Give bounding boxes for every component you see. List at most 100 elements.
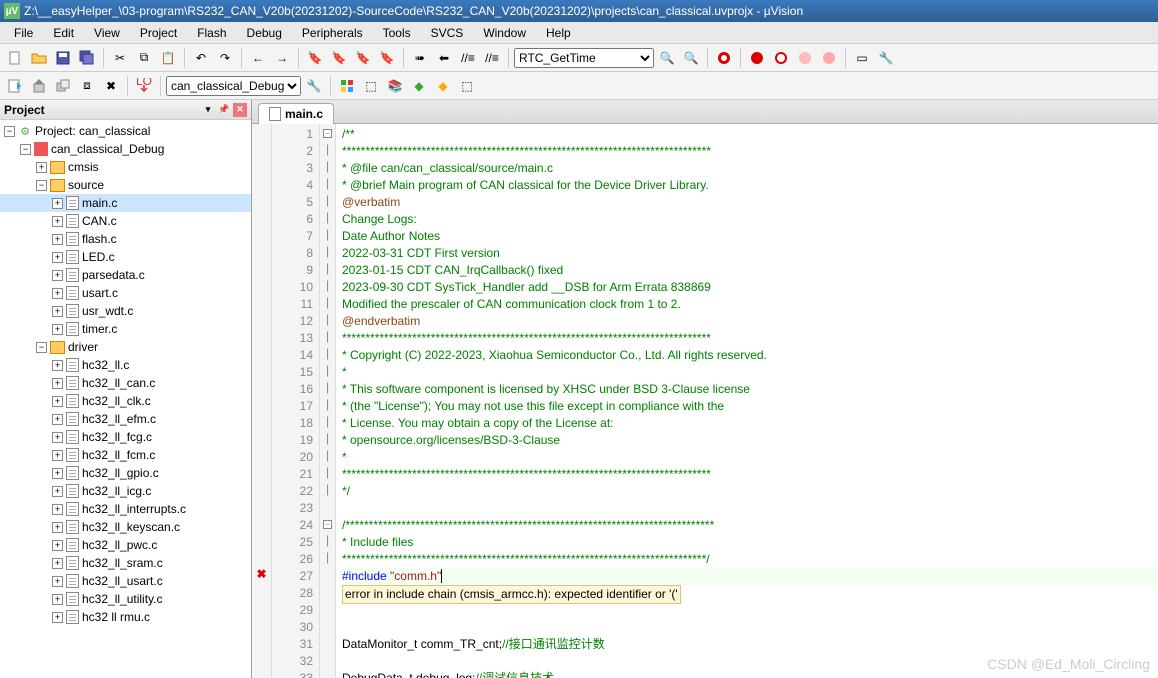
group-source[interactable]: −source [0, 176, 251, 194]
breakpoint-kill-button[interactable] [818, 47, 840, 69]
window-button[interactable]: ▭ [851, 47, 873, 69]
paste-button[interactable]: 📋 [157, 47, 179, 69]
rebuild-button[interactable] [52, 75, 74, 97]
project-root[interactable]: −⚙Project: can_classical [0, 122, 251, 140]
books-button[interactable]: 📚 [384, 75, 406, 97]
file-item[interactable]: +hc32_ll_utility.c [0, 590, 251, 608]
comment-button[interactable]: //≡ [457, 47, 479, 69]
fold-icon[interactable]: − [323, 520, 332, 529]
indent-button[interactable]: ➠ [409, 47, 431, 69]
file-item[interactable]: +hc32_ll_fcm.c [0, 446, 251, 464]
save-button[interactable] [52, 47, 74, 69]
cut-button[interactable]: ✂ [109, 47, 131, 69]
stop-build-button[interactable]: ✖ [100, 75, 122, 97]
fold-icon[interactable]: − [323, 129, 332, 138]
file-item[interactable]: +hc32_ll_gpio.c [0, 464, 251, 482]
expand-icon[interactable]: − [36, 180, 47, 191]
breakpoint-enable-button[interactable] [770, 47, 792, 69]
tab-main-c[interactable]: main.c [258, 103, 334, 124]
file-item[interactable]: +usart.c [0, 284, 251, 302]
expand-icon[interactable]: + [52, 198, 63, 209]
menu-window[interactable]: Window [473, 24, 536, 42]
menu-project[interactable]: Project [130, 24, 187, 42]
download-button[interactable]: LOAD [133, 75, 155, 97]
translate-button[interactable] [4, 75, 26, 97]
expand-icon[interactable]: − [20, 144, 31, 155]
config-button[interactable]: 🔧 [875, 47, 897, 69]
expand-icon[interactable]: − [36, 342, 47, 353]
simulator-button[interactable]: ⬚ [456, 75, 478, 97]
bookmark-next-button[interactable]: 🔖 [352, 47, 374, 69]
menu-peripherals[interactable]: Peripherals [292, 24, 373, 42]
file-item[interactable]: +timer.c [0, 320, 251, 338]
file-item[interactable]: +usr_wdt.c [0, 302, 251, 320]
nav-fwd-button[interactable]: → [271, 47, 293, 69]
bookmark-button[interactable]: 🔖 [304, 47, 326, 69]
outdent-button[interactable]: ⬅ [433, 47, 455, 69]
menu-file[interactable]: File [4, 24, 43, 42]
breakpoint-insert-button[interactable] [746, 47, 768, 69]
group-driver[interactable]: −driver [0, 338, 251, 356]
file-item[interactable]: +hc32_ll_efm.c [0, 410, 251, 428]
fold-margin[interactable]: − ||||||||||||||||||||| − || [320, 124, 336, 678]
file-item[interactable]: +flash.c [0, 230, 251, 248]
new-button[interactable] [4, 47, 26, 69]
menu-flash[interactable]: Flash [187, 24, 236, 42]
file-main-c[interactable]: +main.c [0, 194, 251, 212]
file-item[interactable]: +parsedata.c [0, 266, 251, 284]
file-item[interactable]: +hc32_ll_usart.c [0, 572, 251, 590]
menu-edit[interactable]: Edit [43, 24, 84, 42]
options-button[interactable]: 🔧 [303, 75, 325, 97]
file-item[interactable]: +CAN.c [0, 212, 251, 230]
copy-button[interactable]: ⧉ [133, 47, 155, 69]
project-pane-title: Project ▾ 📌 ✕ [0, 100, 251, 120]
file-item[interactable]: +hc32_ll_icg.c [0, 482, 251, 500]
manage-button[interactable] [336, 75, 358, 97]
rte-button[interactable]: ◆ [432, 75, 454, 97]
build-button[interactable] [28, 75, 50, 97]
pane-pin-icon[interactable]: 📌 [217, 103, 231, 117]
find-button[interactable]: 🔍 [656, 47, 678, 69]
file-item[interactable]: +hc32_ll_can.c [0, 374, 251, 392]
uncomment-button[interactable]: //≡ [481, 47, 503, 69]
pane-dropdown-icon[interactable]: ▾ [201, 103, 215, 117]
bookmark-prev-button[interactable]: 🔖 [328, 47, 350, 69]
code-area[interactable]: ✖ 12345678910111213141516171819202122232… [252, 124, 1158, 678]
file-item[interactable]: +hc32_ll_fcg.c [0, 428, 251, 446]
expand-icon[interactable]: + [36, 162, 47, 173]
file-item[interactable]: +hc32 ll rmu.c [0, 608, 251, 626]
batch-build-button[interactable]: ⧈ [76, 75, 98, 97]
target-combo[interactable]: can_classical_Debug [166, 76, 301, 96]
saveall-button[interactable] [76, 47, 98, 69]
nav-back-button[interactable]: ← [247, 47, 269, 69]
menu-help[interactable]: Help [536, 24, 581, 42]
open-button[interactable] [28, 47, 50, 69]
pack-button[interactable]: ◆ [408, 75, 430, 97]
file-item[interactable]: +hc32_ll_interrupts.c [0, 500, 251, 518]
redo-button[interactable]: ↷ [214, 47, 236, 69]
file-ext-button[interactable]: ⬚ [360, 75, 382, 97]
file-item[interactable]: +hc32_ll_sram.c [0, 554, 251, 572]
breakpoint-disable-button[interactable] [794, 47, 816, 69]
file-item[interactable]: +hc32_ll.c [0, 356, 251, 374]
file-item[interactable]: +LED.c [0, 248, 251, 266]
menu-view[interactable]: View [84, 24, 130, 42]
menu-debug[interactable]: Debug [237, 24, 292, 42]
code-text[interactable]: /** ************************************… [336, 124, 1158, 678]
expand-icon[interactable]: − [4, 126, 15, 137]
menu-tools[interactable]: Tools [373, 24, 421, 42]
file-item[interactable]: +hc32_ll_pwc.c [0, 536, 251, 554]
find-in-files-button[interactable]: 🔍 [680, 47, 702, 69]
debug-button[interactable] [713, 47, 735, 69]
project-tree[interactable]: −⚙Project: can_classical −can_classical_… [0, 120, 251, 678]
find-combo[interactable]: RTC_GetTime [514, 48, 654, 68]
pane-close-icon[interactable]: ✕ [233, 103, 247, 117]
menu-svcs[interactable]: SVCS [421, 24, 474, 42]
undo-button[interactable]: ↶ [190, 47, 212, 69]
target-node[interactable]: −can_classical_Debug [0, 140, 251, 158]
file-item[interactable]: +hc32_ll_clk.c [0, 392, 251, 410]
group-cmsis[interactable]: +cmsis [0, 158, 251, 176]
error-marker-icon[interactable]: ✖ [252, 566, 271, 583]
file-item[interactable]: +hc32_ll_keyscan.c [0, 518, 251, 536]
bookmark-clear-button[interactable]: 🔖 [376, 47, 398, 69]
